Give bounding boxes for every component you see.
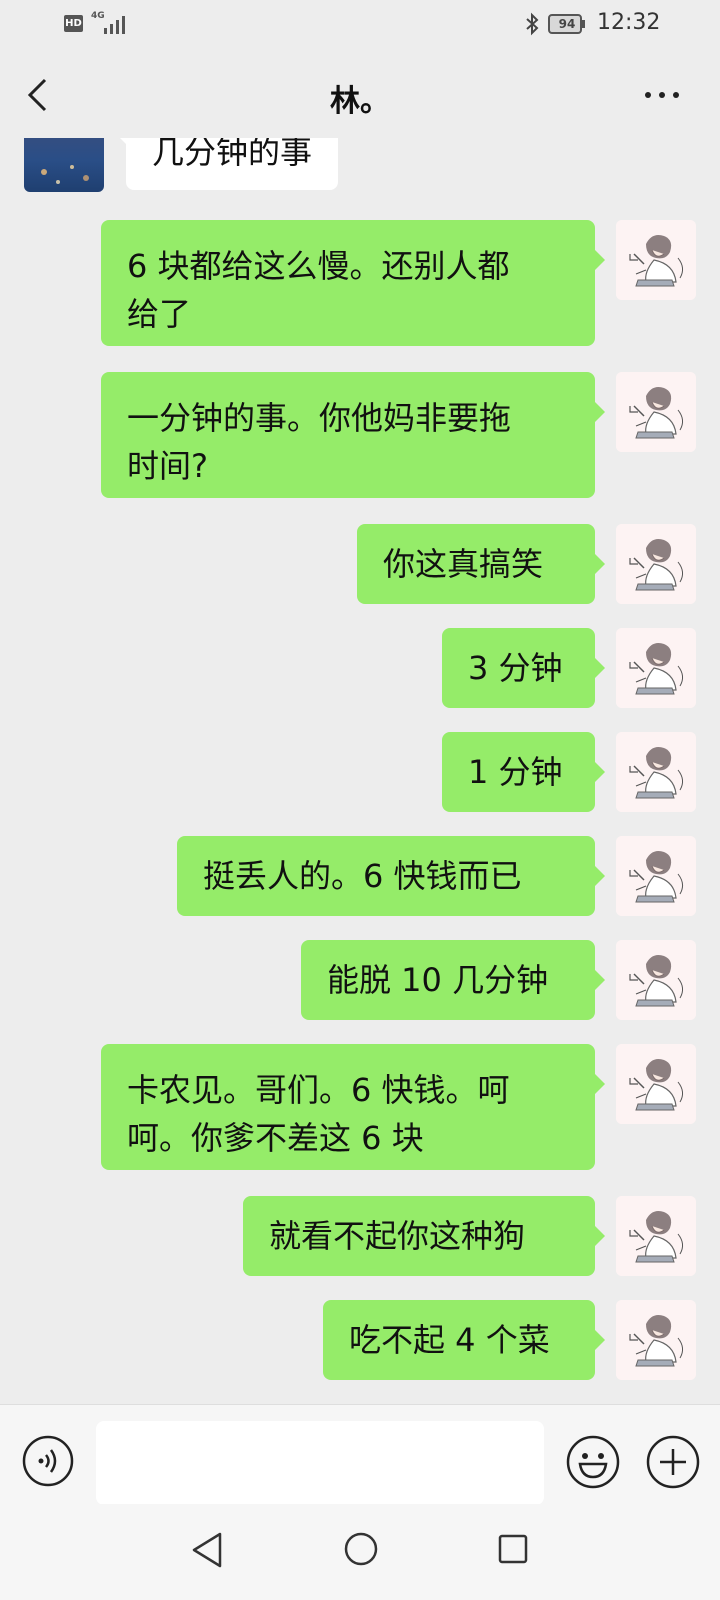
hd-badge: HD <box>64 15 83 32</box>
plus-icon[interactable] <box>646 1435 700 1489</box>
clock: 12:32 <box>597 10 661 35</box>
voice-icon[interactable] <box>22 1435 74 1487</box>
message-bubble-outgoing[interactable]: 1 分钟 <box>442 732 605 812</box>
message-text-line: 你这真搞笑 <box>383 545 544 583</box>
message-bubble-outgoing[interactable]: 卡农见。哥们。6 快钱。呵 呵。你爹不差这 6 块 <box>101 1044 605 1170</box>
my-avatar[interactable] <box>616 836 696 916</box>
message-text-line: 6 块都给这么慢。还别人都 <box>127 247 510 285</box>
more-dots-icon[interactable] <box>644 90 680 100</box>
my-avatar[interactable] <box>616 1196 696 1276</box>
bluetooth-icon <box>526 12 539 36</box>
emoji-icon[interactable] <box>566 1435 620 1489</box>
nav-recent-icon[interactable] <box>498 1534 528 1564</box>
my-avatar[interactable] <box>616 940 696 1020</box>
nav-back-icon[interactable] <box>190 1530 224 1570</box>
message-list[interactable]: 几分钟的事 6 块都给这么慢。还别人都 给了 一分钟的事。你他妈非要拖 时间? … <box>0 138 720 1404</box>
my-avatar[interactable] <box>616 628 696 708</box>
my-avatar[interactable] <box>616 732 696 812</box>
status-bar: HD 4G 94 12:32 <box>0 0 720 50</box>
message-bubble-outgoing[interactable]: 3 分钟 <box>442 628 605 708</box>
my-avatar[interactable] <box>616 220 696 300</box>
chat-header: 林。 <box>0 50 720 138</box>
message-text-line: 能脱 10 几分钟 <box>327 961 549 999</box>
message-bubble-outgoing[interactable]: 就看不起你这种狗 <box>243 1196 605 1276</box>
message-bubble-incoming[interactable]: 几分钟的事 <box>115 138 339 190</box>
message-text-line: 3 分钟 <box>468 649 563 687</box>
signal-icon <box>104 16 125 34</box>
my-avatar[interactable] <box>616 1044 696 1124</box>
message-text-line: 1 分钟 <box>468 753 563 791</box>
message-text-line: 就看不起你这种狗 <box>269 1217 526 1255</box>
message-text-line: 卡农见。哥们。6 快钱。呵 <box>127 1071 510 1109</box>
battery-level: 94 <box>558 17 576 31</box>
message-bubble-outgoing[interactable]: 能脱 10 几分钟 <box>301 940 605 1020</box>
message-text: 几分钟的事 <box>152 138 313 171</box>
message-text-line: 一分钟的事。你他妈非要拖 <box>127 399 512 437</box>
network-type-label: 4G <box>91 11 105 21</box>
message-bubble-outgoing[interactable]: 挺丢人的。6 快钱而已 <box>177 836 605 916</box>
message-text-line: 时间? <box>127 447 208 485</box>
message-text-line: 吃不起 4 个菜 <box>349 1321 550 1359</box>
message-input[interactable] <box>96 1421 544 1505</box>
chat-title: 林。 <box>330 84 390 119</box>
nav-home-icon[interactable] <box>344 1532 378 1566</box>
message-bubble-outgoing[interactable]: 吃不起 4 个菜 <box>323 1300 605 1380</box>
contact-avatar[interactable] <box>24 138 104 192</box>
message-bubble-outgoing[interactable]: 你这真搞笑 <box>357 524 605 604</box>
chat-input-bar <box>0 1404 720 1505</box>
my-avatar[interactable] <box>616 1300 696 1380</box>
my-avatar[interactable] <box>616 524 696 604</box>
message-text-line: 挺丢人的。6 快钱而已 <box>203 857 522 895</box>
message-text-line: 给了 <box>127 295 192 333</box>
system-navigation-bar <box>0 1504 720 1600</box>
message-text-line: 呵。你爹不差这 6 块 <box>127 1119 424 1157</box>
my-avatar[interactable] <box>616 372 696 452</box>
message-bubble-outgoing[interactable]: 6 块都给这么慢。还别人都 给了 <box>101 220 605 346</box>
message-bubble-outgoing[interactable]: 一分钟的事。你他妈非要拖 时间? <box>101 372 605 498</box>
